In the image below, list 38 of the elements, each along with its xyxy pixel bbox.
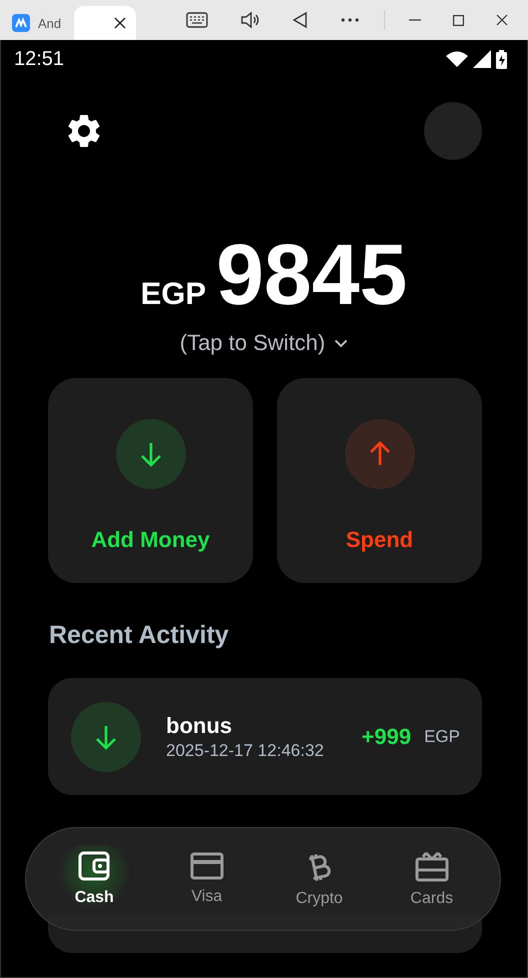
signal-icon [473,50,491,68]
card-icon [190,852,224,880]
status-time: 12:51 [14,48,64,70]
arrow-down-icon [71,702,141,772]
arrow-up-icon [344,419,414,489]
action-label: Spend [346,527,414,553]
transaction-name: bonus [166,712,233,738]
action-card[interactable]: Add Money [48,378,253,583]
wallet-icon [78,851,110,881]
transaction-card[interactable]: bonus 2025-12-17 12:46:32 +999 EGP [48,678,482,795]
tab-title: And [38,16,62,30]
more-icon[interactable] [340,17,360,23]
nav-tab[interactable]: Visa [162,846,252,912]
battery-icon [496,50,507,68]
app-icon [12,14,30,32]
currency-label: EGP [424,726,460,746]
switch-hint[interactable]: (Tap to Switch) [180,330,326,356]
transaction-time: 2025-12-17 12:46:32 [166,740,325,760]
window-tab[interactable]: And [2,6,74,40]
gift-card-icon [414,850,449,882]
wifi-icon [446,51,468,67]
balance-amount: 9845 [216,232,408,318]
close-icon[interactable] [114,17,126,29]
volume-icon[interactable] [240,11,260,29]
action-label: Add Money [91,527,210,553]
maximize-icon[interactable] [453,14,464,26]
section-title: Recent Activity [49,621,230,650]
transaction-amount: +999 [362,724,412,750]
nav-tab[interactable]: Crypto [274,844,364,914]
minimize-icon[interactable] [409,19,421,21]
chevron-down-icon[interactable] [334,338,348,348]
close-icon[interactable] [496,14,508,26]
keyboard-icon[interactable] [186,12,208,28]
arrow-down-icon [116,419,186,489]
nav-tab[interactable]: Cards [386,844,477,914]
back-icon[interactable] [292,11,308,29]
action-card[interactable]: Spend [277,378,482,583]
currency-label: EGP [140,276,206,312]
